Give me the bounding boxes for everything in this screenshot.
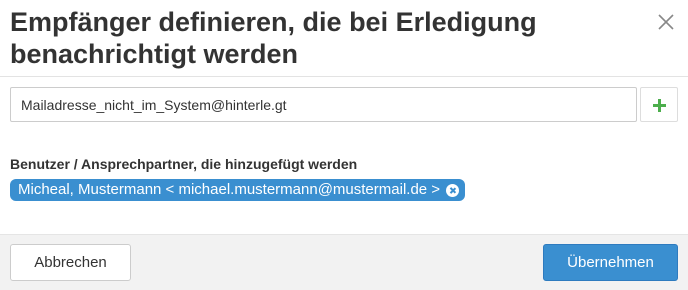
dialog-body: Benutzer / Ansprechpartner, die hinzugef…	[0, 77, 688, 234]
dialog-footer: Abbrechen Übernehmen	[0, 234, 688, 290]
close-icon[interactable]	[656, 12, 676, 32]
recipient-dialog: Empfänger definieren, die bei Erledigung…	[0, 0, 688, 290]
email-input[interactable]	[10, 87, 637, 122]
dialog-title: Empfänger definieren, die bei Erledigung…	[10, 7, 537, 69]
add-recipient-button[interactable]	[640, 87, 678, 122]
recipient-tag-text: Micheal, Mustermann < michael.mustermann…	[18, 181, 441, 198]
recipients-label: Benutzer / Ansprechpartner, die hinzugef…	[10, 156, 358, 172]
dialog-header: Empfänger definieren, die bei Erledigung…	[0, 0, 688, 77]
remove-icon[interactable]	[446, 183, 460, 197]
recipient-tag: Micheal, Mustermann < michael.mustermann…	[10, 179, 466, 201]
apply-button[interactable]: Übernehmen	[543, 244, 678, 281]
email-input-row	[10, 87, 678, 122]
cancel-button[interactable]: Abbrechen	[10, 244, 131, 281]
